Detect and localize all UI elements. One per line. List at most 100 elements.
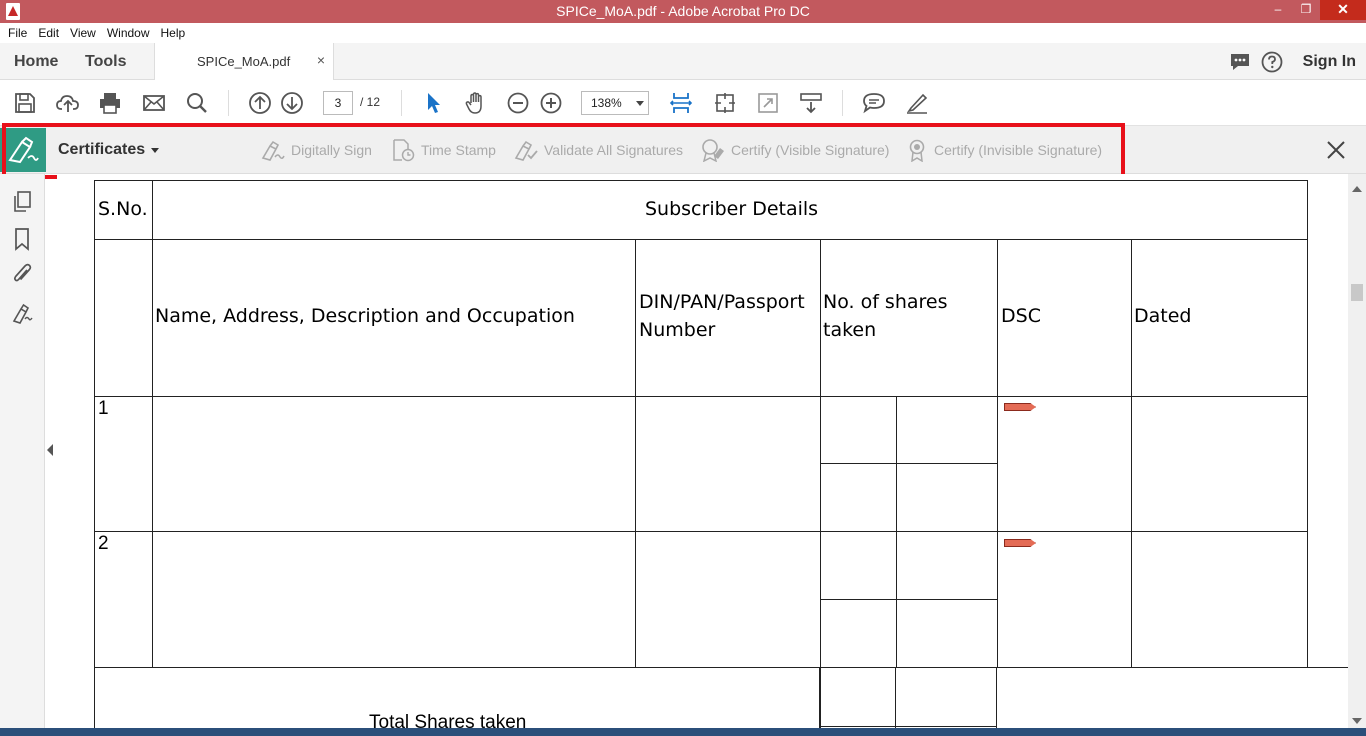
- windows-taskbar: [0, 728, 1366, 736]
- table-cell: [1131, 396, 1308, 532]
- comment-bubble-icon[interactable]: [1229, 52, 1251, 72]
- menu-help[interactable]: Help: [161, 23, 193, 43]
- table-cell: [820, 531, 897, 600]
- header-dated: Dated: [1134, 305, 1192, 327]
- signature-pen-icon: [8, 136, 39, 164]
- help-icon[interactable]: [1261, 51, 1283, 73]
- zoom-level-value: 138%: [591, 96, 622, 110]
- zoom-level-dropdown[interactable]: 138%: [581, 91, 649, 115]
- table-cell: [820, 396, 897, 464]
- fit-page-icon[interactable]: [669, 91, 693, 115]
- time-stamp-label: Time Stamp: [421, 142, 496, 158]
- main-toolbar: 3 / 12 138%: [0, 80, 1366, 126]
- header-name-address: Name, Address, Description and Occupatio…: [155, 305, 575, 327]
- print-icon[interactable]: [98, 91, 122, 115]
- row-number-2: 2: [98, 533, 109, 554]
- table-cell: [997, 396, 1132, 532]
- document-tab-label: SPICe_MoA.pdf: [197, 54, 291, 69]
- menu-view[interactable]: View: [70, 23, 103, 43]
- select-arrow-icon[interactable]: [421, 91, 445, 115]
- email-icon[interactable]: [142, 91, 166, 115]
- restore-button[interactable]: ❐: [1292, 0, 1320, 20]
- page-thumbnails-icon[interactable]: [11, 190, 33, 214]
- tab-bar: Home Tools SPICe_MoA.pdf × Sign In: [0, 43, 1366, 81]
- certify-visible-signature-button[interactable]: Certify (Visible Signature): [700, 138, 889, 162]
- certificates-menu[interactable]: Certificates: [58, 141, 145, 159]
- next-page-icon[interactable]: [280, 91, 304, 115]
- time-stamp-button[interactable]: Time Stamp: [391, 138, 496, 162]
- scrollbar-thumb[interactable]: [1351, 284, 1363, 301]
- certify-visible-label: Certify (Visible Signature): [731, 142, 890, 158]
- tab-home[interactable]: Home: [14, 53, 58, 71]
- close-window-button[interactable]: ✕: [1320, 0, 1366, 20]
- certificates-toolbar: Certificates Digitally Sign Time Stamp V…: [0, 126, 1366, 174]
- table-cell: [896, 531, 998, 600]
- comment-icon[interactable]: [862, 91, 886, 115]
- table-cell: [896, 599, 998, 668]
- sign-in-link[interactable]: Sign In: [1303, 53, 1356, 71]
- page-number-input[interactable]: 3: [323, 91, 353, 115]
- zoom-out-icon[interactable]: [506, 91, 530, 115]
- top-right-controls: Sign In: [1229, 51, 1356, 73]
- table-cell: [996, 667, 1348, 736]
- close-icon[interactable]: [1324, 138, 1348, 162]
- collapse-pane-icon[interactable]: [47, 444, 53, 456]
- certify-invisible-label: Certify (Invisible Signature): [934, 142, 1103, 158]
- full-screen-icon[interactable]: [756, 91, 780, 115]
- header-dsc: DSC: [1001, 305, 1041, 327]
- toolbar-separator: [842, 90, 843, 116]
- table-cell: [635, 531, 821, 668]
- table-cell: [896, 463, 998, 532]
- digital-sign-icon: [261, 140, 285, 161]
- menu-window[interactable]: Window: [107, 23, 157, 43]
- header-subscriber-details: Subscriber Details: [645, 198, 819, 220]
- search-icon[interactable]: [185, 91, 209, 115]
- validate-all-signatures-button[interactable]: Validate All Signatures: [513, 138, 683, 162]
- table-cell: [152, 396, 636, 532]
- row-number-1: 1: [98, 398, 109, 419]
- attachment-icon[interactable]: [11, 262, 33, 286]
- table-cell: [1131, 531, 1308, 668]
- table-cell: [820, 463, 897, 532]
- minimize-button[interactable]: –: [1264, 0, 1292, 20]
- close-tab-icon[interactable]: ×: [317, 52, 325, 68]
- validate-all-signatures-label: Validate All Signatures: [544, 142, 684, 158]
- certify-visible-icon: [702, 139, 724, 162]
- scroll-up-arrow-icon[interactable]: [1352, 186, 1362, 192]
- previous-page-icon[interactable]: [248, 91, 272, 115]
- toolbar-separator: [228, 90, 229, 116]
- window-controls: – ❐ ✕: [1264, 0, 1366, 20]
- menu-edit[interactable]: Edit: [38, 23, 66, 43]
- table-cell: [896, 396, 998, 464]
- header-sno: S.No.: [98, 198, 148, 220]
- header-din-line2: Number: [639, 319, 716, 341]
- window-title: SPICe_MoA.pdf - Adobe Acrobat Pro DC: [556, 3, 810, 19]
- left-navigation-pane: [0, 174, 45, 736]
- menu-bar: File Edit View Window Help: [0, 23, 1366, 43]
- tab-document[interactable]: SPICe_MoA.pdf ×: [154, 43, 334, 81]
- bookmark-icon[interactable]: [11, 227, 33, 251]
- zoom-in-icon[interactable]: [539, 91, 563, 115]
- certify-invisible-signature-button[interactable]: Certify (Invisible Signature): [906, 138, 1102, 162]
- rotate-view-icon[interactable]: [713, 91, 737, 115]
- hand-tool-icon[interactable]: [464, 91, 488, 115]
- digitally-sign-button[interactable]: Digitally Sign: [260, 138, 372, 162]
- upload-cloud-icon[interactable]: [56, 91, 80, 115]
- header-shares-line1: No. of shares: [823, 291, 948, 313]
- draw-pen-icon[interactable]: [905, 91, 929, 115]
- certify-invisible-icon: [909, 139, 925, 162]
- scroll-down-arrow-icon[interactable]: [1352, 718, 1362, 724]
- title-bar: SPICe_MoA.pdf - Adobe Acrobat Pro DC – ❐…: [0, 0, 1366, 23]
- dsc-signature-field[interactable]: [1004, 403, 1036, 411]
- signature-panel-icon[interactable]: [11, 301, 33, 325]
- chevron-down-icon[interactable]: [151, 148, 159, 153]
- menu-file[interactable]: File: [8, 23, 34, 43]
- validate-signature-icon: [514, 140, 538, 161]
- certificates-tool-tile[interactable]: [0, 128, 46, 172]
- vertical-scrollbar[interactable]: [1348, 174, 1366, 736]
- tab-tools[interactable]: Tools: [85, 53, 126, 71]
- dsc-signature-field[interactable]: [1004, 539, 1036, 547]
- save-icon[interactable]: [13, 91, 37, 115]
- scroll-mode-icon[interactable]: [799, 91, 823, 115]
- chevron-down-icon: [636, 101, 644, 106]
